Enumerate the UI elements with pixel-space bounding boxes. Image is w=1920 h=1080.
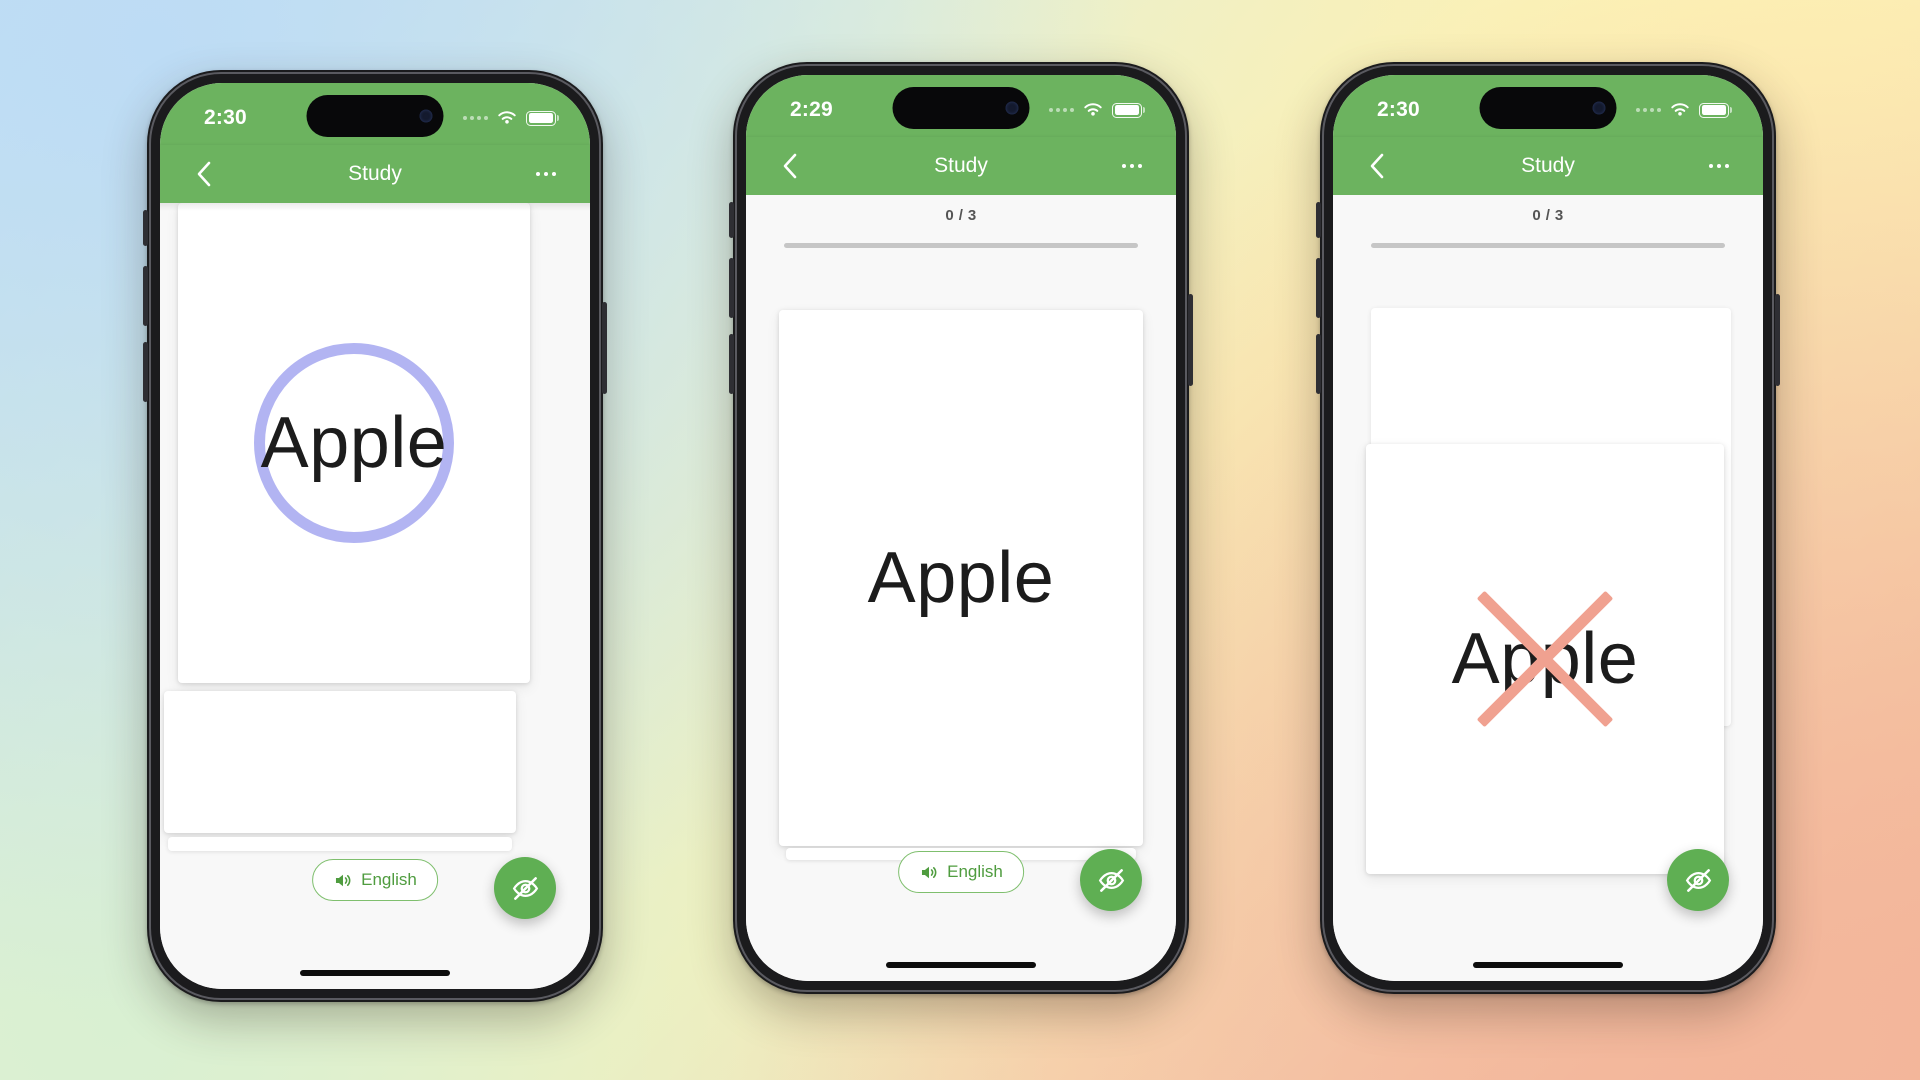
back-button[interactable] bbox=[1357, 146, 1397, 186]
back-button[interactable] bbox=[184, 154, 224, 194]
home-indicator[interactable] bbox=[886, 962, 1036, 968]
volume-down-button[interactable] bbox=[143, 342, 148, 402]
dynamic-island bbox=[1479, 87, 1617, 129]
hide-answer-fab[interactable] bbox=[1080, 849, 1142, 911]
progress-section-3: 0 / 3 bbox=[1333, 195, 1763, 248]
status-bar-3: 2:30 bbox=[1333, 75, 1763, 137]
language-label: English bbox=[361, 870, 417, 889]
more-options-icon[interactable] bbox=[526, 154, 566, 194]
bottom-controls-3 bbox=[1333, 833, 1763, 981]
volume-down-button[interactable] bbox=[729, 334, 734, 394]
more-options-icon[interactable] bbox=[1112, 146, 1152, 186]
nav-bar-1: Study bbox=[160, 145, 590, 203]
chevron-left-icon bbox=[783, 153, 797, 179]
home-indicator[interactable] bbox=[1473, 962, 1623, 968]
hide-answer-fab[interactable] bbox=[494, 857, 556, 919]
power-button[interactable] bbox=[1775, 294, 1780, 386]
language-button[interactable]: English bbox=[312, 859, 438, 901]
front-camera-icon bbox=[1005, 101, 1019, 115]
eye-slash-icon bbox=[1098, 868, 1124, 892]
flashcard-word: Apple bbox=[867, 538, 1055, 618]
wifi-icon bbox=[1084, 103, 1102, 116]
language-button[interactable]: English bbox=[898, 851, 1024, 893]
power-button[interactable] bbox=[602, 302, 607, 394]
progress-bar bbox=[1371, 243, 1725, 248]
flashcard-front[interactable]: Apple bbox=[779, 310, 1143, 846]
phone-screen-2: 2:29 Study 0 / 3 Apple English bbox=[746, 75, 1176, 981]
status-bar-time: 2:30 bbox=[1377, 98, 1420, 121]
eye-slash-icon bbox=[512, 876, 538, 900]
study-body-2: 0 / 3 Apple English bbox=[746, 195, 1176, 981]
cellular-dots-icon bbox=[1636, 108, 1661, 112]
volume-up-button[interactable] bbox=[143, 266, 148, 326]
status-bar-indicators bbox=[1636, 102, 1729, 118]
screenshot-stage: 2:30 Study Apple English 2:29 Study 0 / … bbox=[0, 0, 1920, 1080]
status-bar-time: 2:29 bbox=[790, 98, 833, 121]
cellular-dots-icon bbox=[463, 116, 488, 120]
progress-label: 0 / 3 bbox=[1532, 207, 1564, 224]
volume-down-button[interactable] bbox=[1316, 334, 1321, 394]
action-button[interactable] bbox=[1316, 202, 1321, 238]
flashcard-front[interactable]: Apple bbox=[1366, 444, 1724, 874]
speaker-volume-icon bbox=[921, 866, 937, 878]
battery-icon bbox=[526, 110, 556, 126]
status-bar-2: 2:29 bbox=[746, 75, 1176, 137]
action-button[interactable] bbox=[729, 202, 734, 238]
flashcard-word: Apple bbox=[1451, 619, 1639, 699]
bottom-controls-2: English bbox=[746, 833, 1176, 981]
status-bar-indicators bbox=[463, 110, 556, 126]
action-button[interactable] bbox=[143, 210, 148, 246]
phone-device-3: 2:30 Study 0 / 3 Apple bbox=[1316, 62, 1780, 994]
language-label: English bbox=[947, 862, 1003, 881]
home-indicator[interactable] bbox=[300, 970, 450, 976]
battery-icon bbox=[1112, 102, 1142, 118]
status-bar-1: 2:30 bbox=[160, 83, 590, 145]
hide-answer-fab[interactable] bbox=[1667, 849, 1729, 911]
speaker-volume-icon bbox=[335, 874, 351, 886]
bottom-controls-1: English bbox=[160, 841, 590, 989]
progress-bar bbox=[784, 243, 1138, 248]
chevron-left-icon bbox=[1370, 153, 1384, 179]
nav-bar-3: Study bbox=[1333, 137, 1763, 195]
progress-section-2: 0 / 3 bbox=[746, 195, 1176, 248]
front-camera-icon bbox=[419, 109, 433, 123]
chevron-left-icon bbox=[197, 161, 211, 187]
dynamic-island bbox=[892, 87, 1030, 129]
more-options-icon[interactable] bbox=[1699, 146, 1739, 186]
phone-screen-3: 2:30 Study 0 / 3 Apple bbox=[1333, 75, 1763, 981]
volume-up-button[interactable] bbox=[1316, 258, 1321, 318]
back-button[interactable] bbox=[770, 146, 810, 186]
wifi-icon bbox=[1671, 103, 1689, 116]
flashcard-next bbox=[164, 691, 516, 833]
cellular-dots-icon bbox=[1049, 108, 1074, 112]
wifi-icon bbox=[498, 111, 516, 124]
status-bar-indicators bbox=[1049, 102, 1142, 118]
power-button[interactable] bbox=[1188, 294, 1193, 386]
study-body-3: 0 / 3 Apple bbox=[1333, 195, 1763, 981]
eye-slash-icon bbox=[1685, 868, 1711, 892]
volume-up-button[interactable] bbox=[729, 258, 734, 318]
progress-label: 0 / 3 bbox=[945, 207, 977, 224]
study-body-1: Apple English bbox=[160, 203, 590, 989]
phone-screen-1: 2:30 Study Apple English bbox=[160, 83, 590, 989]
battery-icon bbox=[1699, 102, 1729, 118]
front-camera-icon bbox=[1592, 101, 1606, 115]
flashcard-front[interactable]: Apple bbox=[178, 203, 530, 683]
phone-device-2: 2:29 Study 0 / 3 Apple English bbox=[729, 62, 1193, 994]
phone-device-1: 2:30 Study Apple English bbox=[143, 70, 607, 1002]
dynamic-island bbox=[306, 95, 444, 137]
status-bar-time: 2:30 bbox=[204, 106, 247, 129]
flashcard-word: Apple bbox=[260, 403, 448, 483]
nav-bar-2: Study bbox=[746, 137, 1176, 195]
